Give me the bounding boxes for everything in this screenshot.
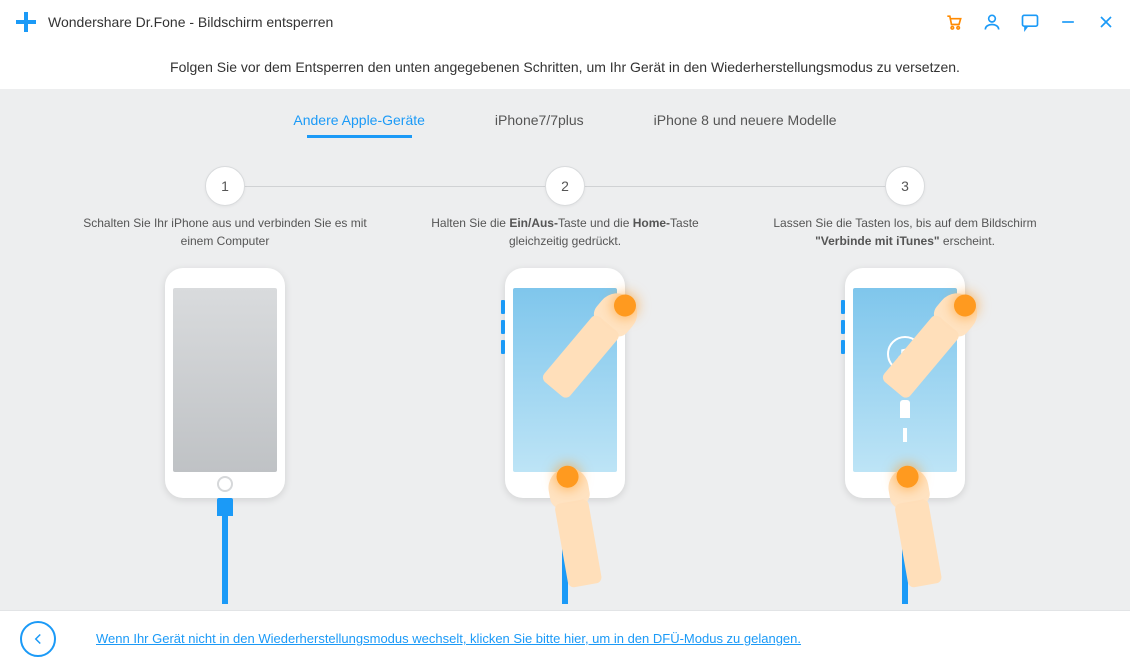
tab-iphone7[interactable]: iPhone7/7plus: [495, 112, 584, 136]
phone-screen-off: [173, 288, 277, 472]
cable-icon: [222, 514, 228, 604]
tab-iphone8plus[interactable]: iPhone 8 und neuere Modelle: [654, 112, 837, 136]
step-1-desc: Schalten Sie Ihr iPhone aus und verbinde…: [55, 214, 395, 250]
home-button-icon: [217, 476, 233, 492]
illustrations-row: [55, 268, 1075, 598]
step-badge-2: 2: [545, 166, 585, 206]
step-2-desc-part: Halten Sie die: [431, 216, 509, 230]
step-2-desc-part: Taste und die: [558, 216, 633, 230]
volume-button-icon: [841, 320, 845, 334]
lightning-plug-icon: [900, 400, 910, 418]
step-badge-1: 1: [205, 166, 245, 206]
volume-button-icon: [501, 320, 505, 334]
volume-button-icon: [841, 340, 845, 354]
user-icon[interactable]: [982, 12, 1002, 32]
instruction-text: Folgen Sie vor dem Entsperren den unten …: [0, 44, 1130, 90]
phone-icon: [165, 268, 285, 498]
step-2-desc: Halten Sie die Ein/Aus-Taste und die Hom…: [395, 214, 735, 250]
step-3-desc-part: Lassen Sie die Tasten los, bis auf dem B…: [773, 216, 1036, 230]
step-2-desc-bold: Ein/Aus-: [509, 216, 558, 230]
close-icon[interactable]: [1096, 12, 1116, 32]
step-badge-3: 3: [885, 166, 925, 206]
lightning-cord-icon: [903, 428, 907, 442]
volume-button-icon: [501, 300, 505, 314]
app-logo-icon: [14, 10, 38, 34]
steps-row: 1 2 3: [55, 166, 1075, 206]
app-title: Wondershare Dr.Fone - Bildschirm entsper…: [48, 14, 944, 30]
titlebar-actions: [944, 12, 1116, 32]
step-3-illustration: [735, 268, 1075, 598]
back-button[interactable]: [20, 621, 56, 657]
step-1-illustration: [55, 268, 395, 598]
step-3-desc-bold: "Verbinde mit iTunes": [815, 234, 940, 248]
step-3-desc-part: erscheint.: [940, 234, 995, 248]
tab-other-apple[interactable]: Andere Apple-Geräte: [293, 112, 425, 136]
footer-bar: Wenn Ihr Gerät nicht in den Wiederherste…: [0, 610, 1130, 666]
volume-button-icon: [501, 340, 505, 354]
titlebar: Wondershare Dr.Fone - Bildschirm entsper…: [0, 0, 1130, 44]
minimize-icon[interactable]: [1058, 12, 1078, 32]
feedback-icon[interactable]: [1020, 12, 1040, 32]
step-3-desc: Lassen Sie die Tasten los, bis auf dem B…: [735, 214, 1075, 250]
cart-icon[interactable]: [944, 12, 964, 32]
dfu-mode-link[interactable]: Wenn Ihr Gerät nicht in den Wiederherste…: [96, 631, 801, 646]
step-2-illustration: [395, 268, 735, 598]
step-descriptions: Schalten Sie Ihr iPhone aus und verbinde…: [55, 214, 1075, 250]
device-tabs: Andere Apple-Geräte iPhone7/7plus iPhone…: [0, 90, 1130, 146]
step-2-desc-bold: Home-: [633, 216, 670, 230]
volume-button-icon: [841, 300, 845, 314]
